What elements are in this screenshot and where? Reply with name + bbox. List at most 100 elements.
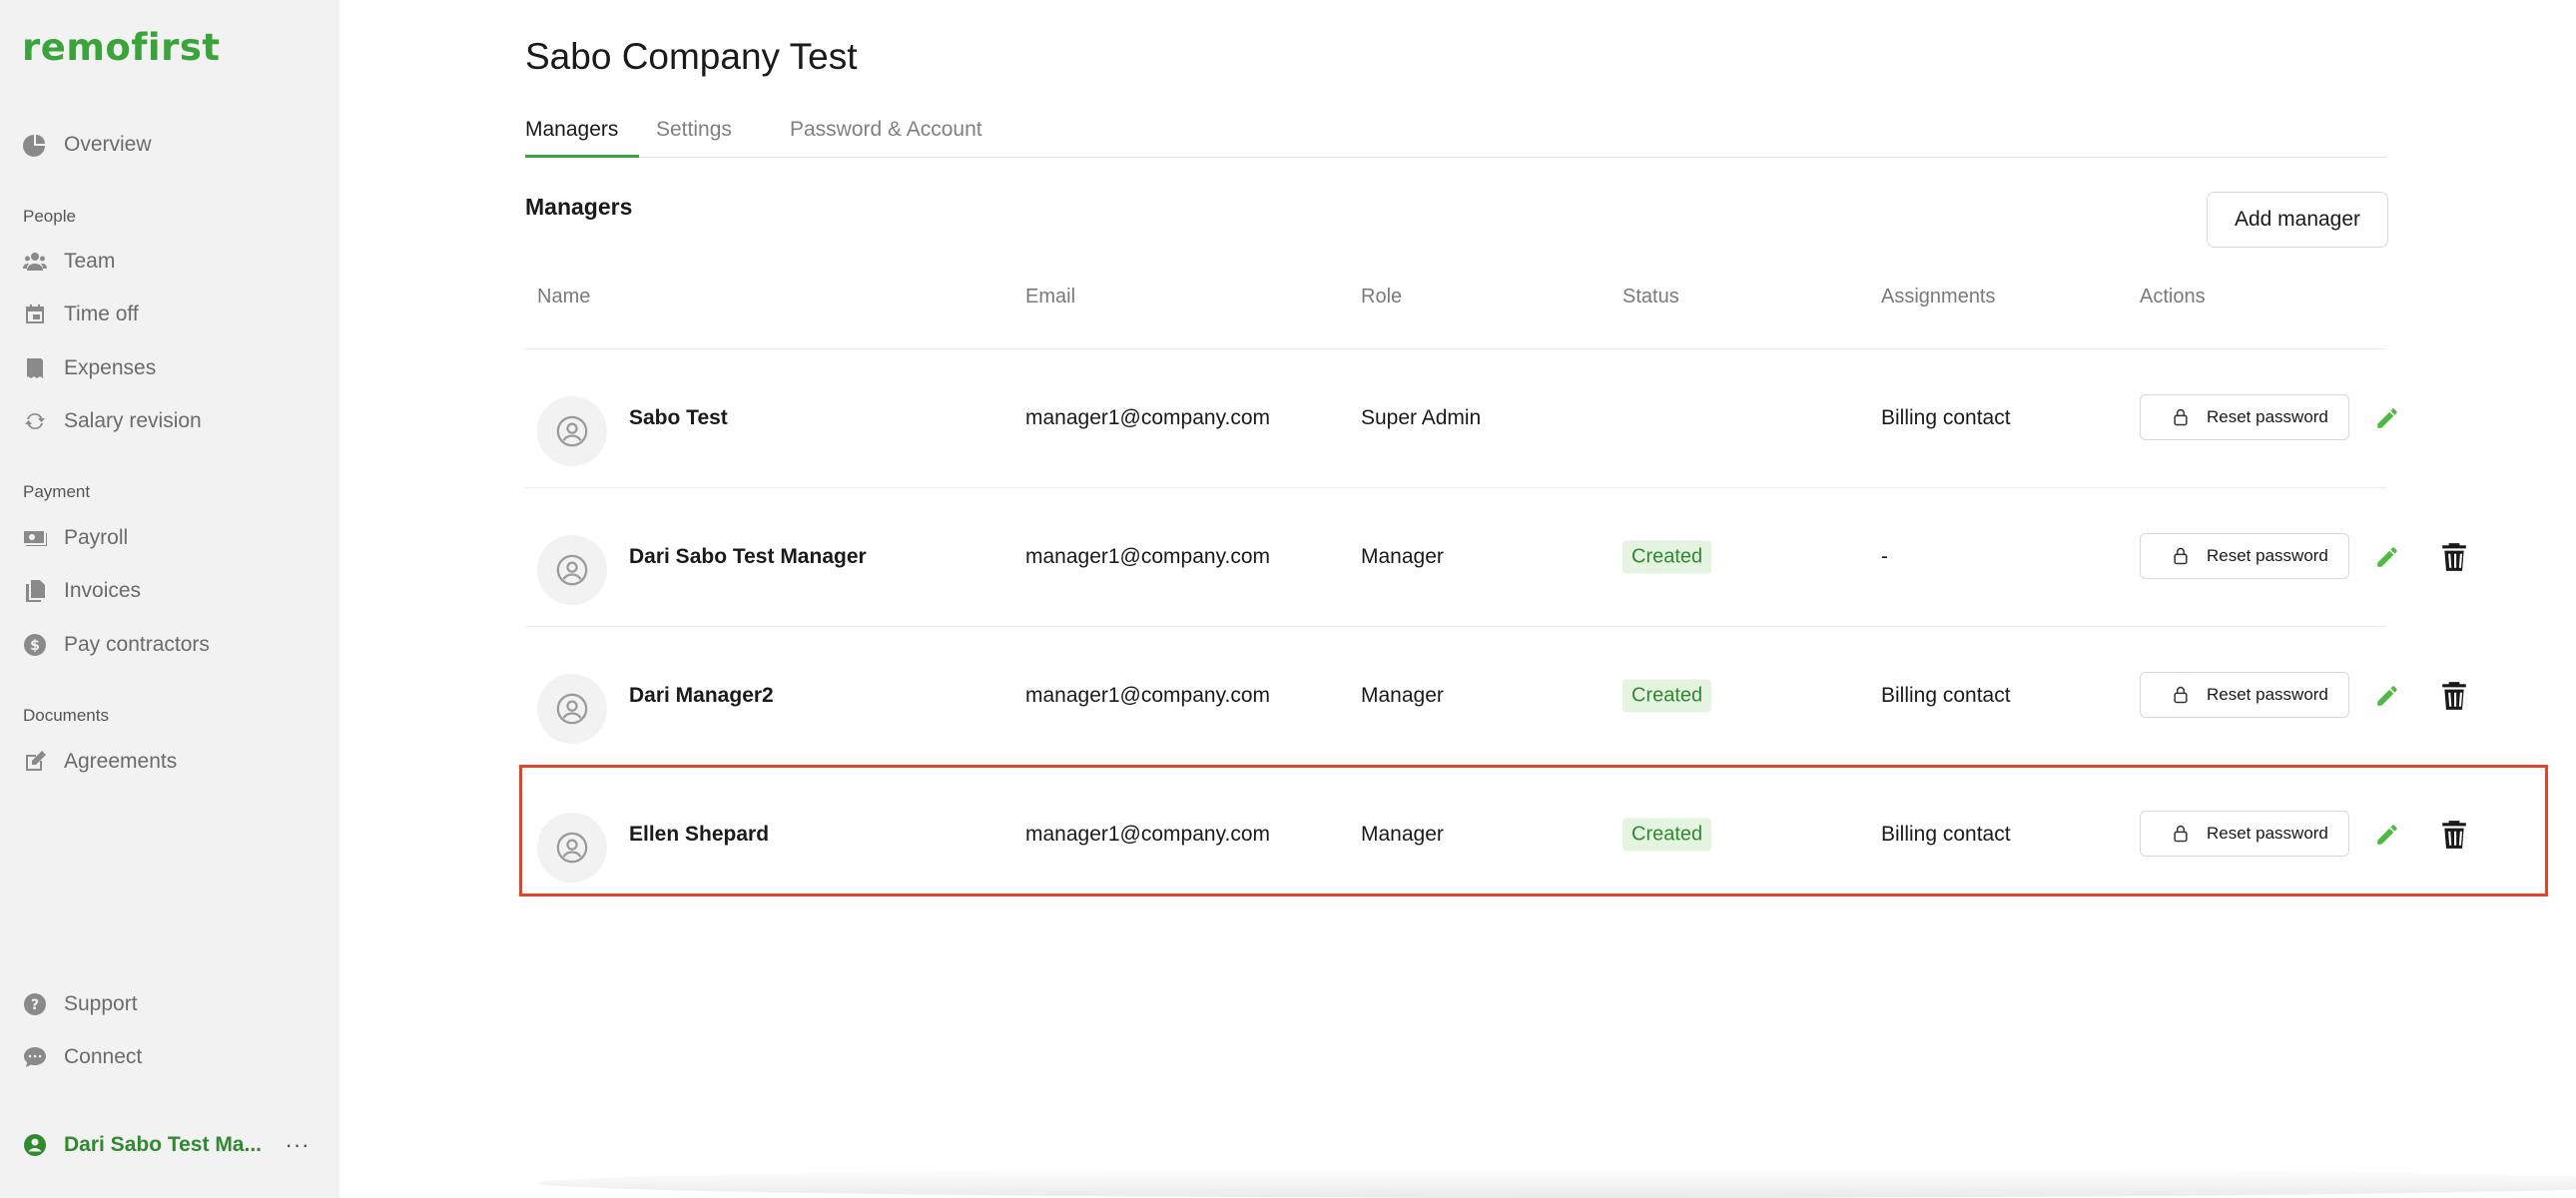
avatar [537,674,607,744]
delete-icon[interactable] [2439,680,2469,712]
sidebar-item-expenses[interactable]: Expenses [22,348,156,388]
money-icon [22,525,48,551]
user-placeholder-icon [556,415,588,447]
sidebar-user-name: Dari Sabo Test Ma... [64,1133,262,1156]
edit-icon[interactable] [2372,820,2402,850]
column-header-name: Name [537,286,591,307]
manager-email: manager1@company.com [1025,406,1271,429]
avatar [537,396,607,466]
column-header-status: Status [1622,286,1679,307]
manager-email: manager1@company.com [1025,545,1271,568]
tab-password-account[interactable]: Password & Account [790,118,982,158]
column-header-role: Role [1361,286,1403,307]
sidebar-item-time-off[interactable]: Time off [22,295,139,334]
reset-password-button[interactable]: Reset password [2140,672,2349,718]
delete-icon[interactable] [2439,819,2469,851]
pie-chart-icon [22,132,48,158]
section-title: Managers [525,194,633,220]
main-content: Sabo Company Test Managers Settings Pass… [339,0,2576,1198]
manager-assignments: Billing contact [1881,684,2011,707]
manager-assignments: Billing contact [1881,823,2011,846]
sidebar-item-label: Support [64,992,138,1015]
sidebar-item-invoices[interactable]: Invoices [22,571,141,611]
column-header-email: Email [1025,286,1076,307]
table-row: Dari Manager2 manager1@company.com Manag… [525,627,2466,766]
table-row: Ellen Shepard manager1@company.com Manag… [525,766,2466,904]
sidebar-item-label: Connect [64,1045,143,1068]
lock-icon [2174,547,2188,565]
table-row: Dari Sabo Test Manager manager1@company.… [525,488,2466,627]
reset-password-label: Reset password [2207,685,2328,704]
manager-name: Sabo Test [629,406,728,429]
manager-role: Super Admin [1361,406,1482,429]
lock-icon [2174,408,2188,426]
manager-name: Dari Manager2 [629,684,774,707]
manager-name: Dari Sabo Test Manager [629,545,867,568]
delete-icon[interactable] [2439,541,2469,573]
sidebar-item-pay-contractors[interactable]: $ Pay contractors [22,625,210,665]
column-header-actions: Actions [2140,286,2206,307]
manager-assignments: Billing contact [1881,406,2011,429]
sidebar-user[interactable]: Dari Sabo Test Ma... [22,1125,262,1165]
manager-email: manager1@company.com [1025,684,1271,707]
page-title: Sabo Company Test [525,36,858,77]
status-badge: Created [1622,679,1712,713]
reset-password-button[interactable]: Reset password [2140,533,2349,579]
table-header: Name Email Role Status Assignments Actio… [525,276,2386,349]
lock-icon [2174,825,2188,843]
help-icon: ? [22,991,48,1017]
avatar [537,535,607,605]
manager-name: Ellen Shepard [629,823,770,846]
chat-icon [22,1044,48,1070]
reset-password-button[interactable]: Reset password [2140,811,2349,857]
table-row: Sabo Test manager1@company.com Super Adm… [525,349,2397,488]
sidebar-item-support[interactable]: ? Support [22,984,138,1024]
user-placeholder-icon [556,832,588,864]
sidebar: remofirst Overview People Team Time off … [0,0,339,1198]
manager-role: Manager [1361,823,1444,846]
documents-icon [22,578,48,604]
column-header-assignments: Assignments [1881,286,1996,307]
status-badge: Created [1622,818,1712,852]
sidebar-item-label: Payroll [64,526,129,549]
edit-icon[interactable] [2372,403,2402,433]
logo: remofirst [22,26,221,69]
section-label-payment: Payment [23,482,91,501]
manager-email: manager1@company.com [1025,823,1271,846]
dollar-icon: $ [22,632,48,658]
app-window: remofirst Overview People Team Time off … [0,0,2576,1198]
edit-icon[interactable] [2372,542,2402,572]
sidebar-item-connect[interactable]: Connect [22,1037,142,1077]
calendar-icon [22,301,48,327]
refresh-icon [22,408,48,434]
sidebar-item-overview[interactable]: Overview [22,125,152,165]
receipt-icon [22,355,48,381]
sidebar-item-label: Invoices [64,579,142,602]
manager-role: Manager [1361,545,1444,568]
reset-password-button[interactable]: Reset password [2140,394,2349,440]
manager-assignments: - [1881,545,1888,568]
sidebar-item-payroll[interactable]: Payroll [22,518,128,558]
tab-bar: Managers Settings Password & Account [525,112,2386,158]
sidebar-item-label: Expenses [64,356,157,379]
status-badge: Created [1622,540,1712,574]
sidebar-item-team[interactable]: Team [22,242,115,282]
bottom-shadow [539,1168,2576,1198]
sidebar-item-label: Team [64,250,116,273]
sidebar-item-salary-revision[interactable]: Salary revision [22,401,202,441]
more-options-icon[interactable]: ··· [284,1131,312,1159]
sidebar-item-label: Agreements [64,750,178,773]
section-label-people: People [23,207,76,226]
sidebar-item-label: Time off [64,302,139,325]
tab-settings[interactable]: Settings [656,118,732,158]
section-label-documents: Documents [23,706,109,725]
user-placeholder-icon [556,554,588,586]
lock-icon [2174,686,2188,704]
edit-icon[interactable] [2372,681,2402,711]
sidebar-item-label: Pay contractors [64,633,210,656]
edit-document-icon [22,749,48,775]
tab-managers[interactable]: Managers [525,118,639,158]
add-manager-button[interactable]: Add manager [2207,192,2388,248]
reset-password-label: Reset password [2207,824,2328,843]
sidebar-item-agreements[interactable]: Agreements [22,742,177,782]
